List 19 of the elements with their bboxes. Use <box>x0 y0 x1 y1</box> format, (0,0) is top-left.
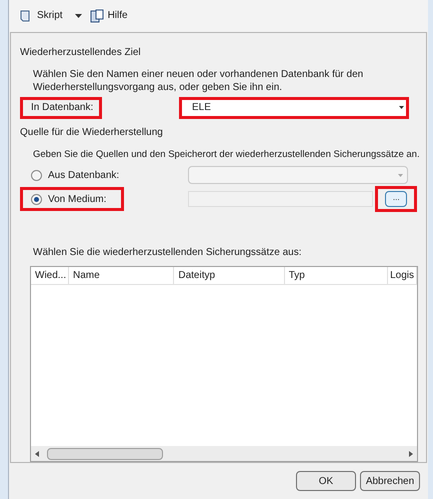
dialog-button[interactable]: Abbrechen <box>360 471 420 492</box>
toolbar-button[interactable]: Skript <box>17 8 84 24</box>
radio-option[interactable]: Von Medium: <box>20 187 124 212</box>
column-header[interactable]: Wied... <box>31 267 69 284</box>
column-header[interactable]: Dateityp <box>174 267 285 284</box>
column-header[interactable]: Name <box>69 267 174 284</box>
section-heading: Wiederherzustellendes Ziel <box>20 46 142 60</box>
toolbar-button[interactable]: Hilfe <box>88 8 130 24</box>
browse-button[interactable]: ... <box>375 186 417 212</box>
radio-option[interactable]: Aus Datenbank: <box>20 163 124 188</box>
database-dropdown[interactable]: ELE <box>179 96 409 119</box>
dialog-button[interactable]: OK <box>296 471 356 492</box>
column-header[interactable]: Typ <box>284 267 388 284</box>
column-header[interactable]: Logis <box>388 267 418 284</box>
table-caption: Wählen Sie die wiederherzustellenden Sicherungssätze aus: <box>33 246 302 260</box>
description-text: Wählen Sie den Namen einer neuen oder vorhandenen Datenbank für den Wiederherstellungsvorgang aus, oder geben Sie ihn ein. <box>33 68 364 94</box>
section-heading: Quelle für die Wiederherstellung <box>20 126 164 140</box>
description-text: Geben Sie die Quellen und den Speicherort der wiederherzustellenden Sicherungssätze an. <box>33 148 417 162</box>
field-label: In Datenbank: <box>20 96 102 119</box>
